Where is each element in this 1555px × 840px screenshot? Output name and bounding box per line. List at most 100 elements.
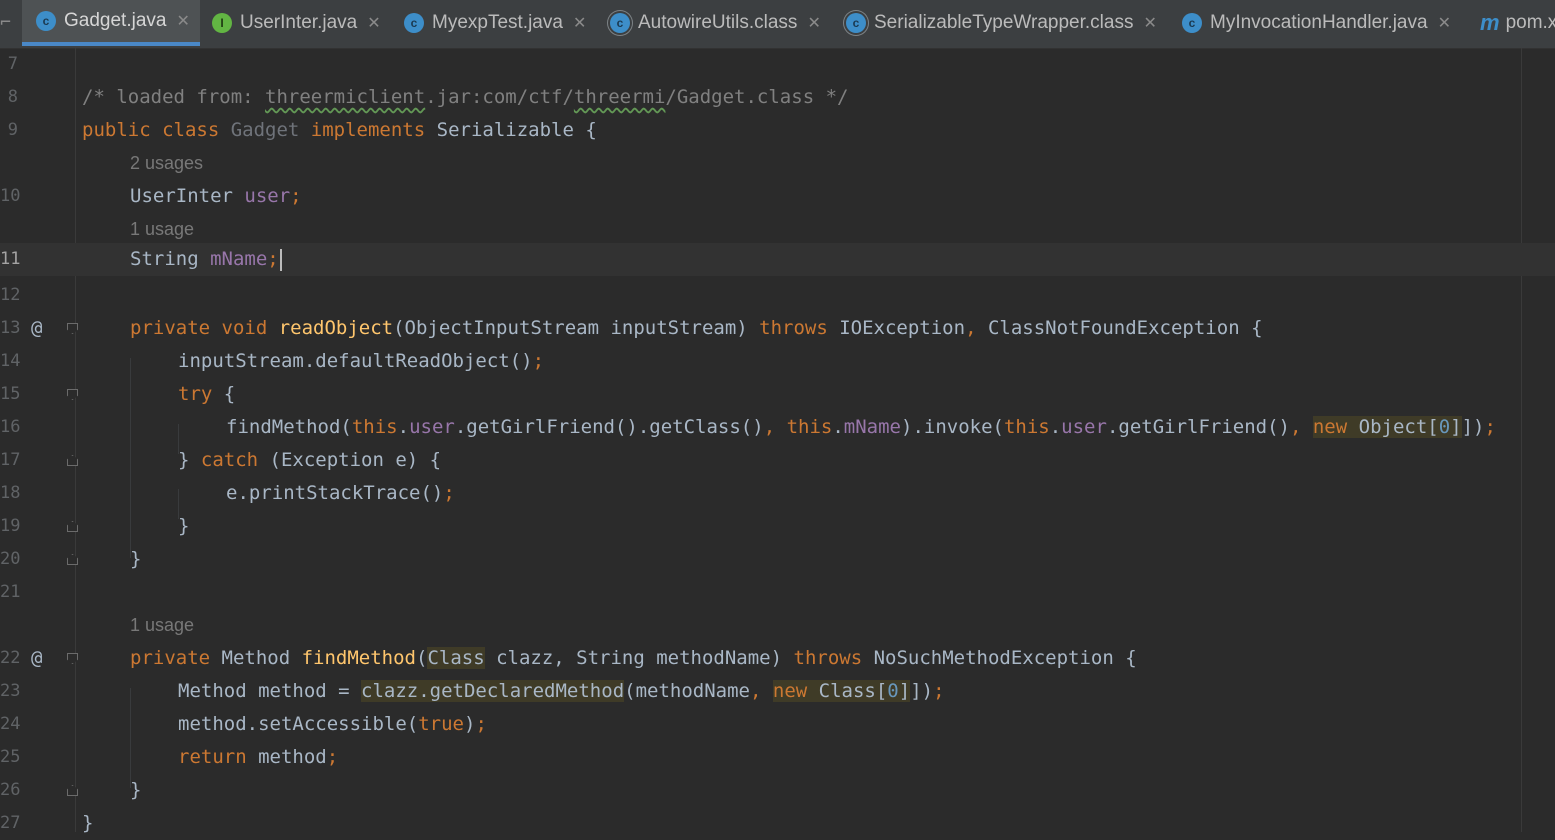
code-line: 9 public class Gadget implements Seriali…: [0, 114, 1555, 147]
tab-userinter-java[interactable]: I UserInter.java ✕: [198, 0, 392, 46]
statement: }: [82, 812, 94, 834]
fold-end-icon[interactable]: [67, 785, 78, 796]
statement: Method method = clazz.getDeclaredMethod(…: [178, 680, 945, 702]
tab-label: pom.x: [1505, 12, 1555, 33]
line-number: 8: [7, 87, 18, 107]
code-line: 23 Method method = clazz.getDeclaredMeth…: [0, 675, 1555, 708]
tab-label: MyInvocationHandler.java: [1210, 12, 1428, 33]
line-number: 15: [0, 384, 21, 404]
fold-start-icon[interactable]: [67, 323, 78, 334]
tab-label: SerializableTypeWrapper.class: [874, 12, 1134, 33]
comment-text: /* loaded from: threermiclient.jar:com/c…: [82, 86, 849, 108]
maven-icon: m: [1480, 10, 1500, 35]
tab-label: Gadget.java: [64, 10, 167, 31]
line-number: 26: [0, 780, 21, 800]
field-declaration: String mName;: [130, 243, 282, 276]
line-number: 21: [0, 582, 21, 602]
line-number: 23: [0, 681, 21, 701]
java-class-icon: c: [404, 13, 424, 33]
class-declaration: public class Gadget implements Serializa…: [82, 119, 597, 141]
close-icon[interactable]: ✕: [573, 13, 586, 33]
tab-pom-xml[interactable]: m pom.x: [1466, 0, 1555, 46]
tab-label: UserInter.java: [240, 12, 358, 33]
usages-hint[interactable]: 2 usages: [130, 147, 203, 180]
tab-scroll-left-icon[interactable]: ⌐: [0, 12, 11, 33]
fold-start-icon[interactable]: [67, 389, 78, 400]
method-declaration: private Method findMethod(Class clazz, S…: [130, 647, 1137, 669]
tab-myexptest-java[interactable]: c MyexpTest.java ✕: [390, 0, 596, 46]
line-number: 9: [7, 120, 18, 140]
usages-hint[interactable]: 1 usage: [130, 213, 194, 246]
line-number: 25: [0, 747, 21, 767]
line-number: 14: [0, 351, 21, 371]
statement: } catch (Exception e) {: [178, 449, 442, 471]
override-marker-icon[interactable]: @: [31, 312, 42, 345]
line-number: 18: [0, 483, 21, 503]
method-declaration: private void readObject(ObjectInputStrea…: [130, 317, 1263, 339]
close-icon[interactable]: ✕: [176, 11, 189, 31]
code-line: 8 /* loaded from: threermiclient.jar:com…: [0, 81, 1555, 114]
close-icon[interactable]: ✕: [1438, 13, 1451, 33]
code-line: 25 return method;: [0, 741, 1555, 774]
code-line: 1 usage: [0, 609, 1555, 642]
tab-label: MyexpTest.java: [432, 12, 563, 33]
compiled-class-icon: c: [846, 13, 866, 33]
statement: }: [178, 515, 190, 537]
code-line: 19 }: [0, 510, 1555, 543]
close-icon[interactable]: ✕: [1143, 13, 1156, 33]
current-code-line: 11 String mName;: [0, 243, 1555, 276]
fold-start-icon[interactable]: [67, 653, 78, 664]
interface-icon: I: [212, 13, 232, 33]
line-number: 11: [0, 249, 21, 269]
line-number: 10: [0, 186, 21, 206]
statement: method.setAccessible(true);: [178, 713, 487, 735]
line-number: 20: [0, 549, 21, 569]
tab-label: AutowireUtils.class: [638, 12, 798, 33]
line-number: 19: [0, 516, 21, 536]
text-caret: [279, 248, 282, 271]
line-number: 16: [0, 417, 21, 437]
statement: e.printStackTrace();: [226, 482, 455, 504]
fold-end-icon[interactable]: [67, 521, 78, 532]
line-number: 24: [0, 714, 21, 734]
line-number: 12: [0, 285, 21, 305]
close-icon[interactable]: ✕: [367, 13, 380, 33]
tab-autowireutils-class[interactable]: c AutowireUtils.class ✕: [596, 0, 832, 46]
code-line: 14 inputStream.defaultReadObject();: [0, 345, 1555, 378]
code-line: 13 @ private void readObject(ObjectInput…: [0, 312, 1555, 345]
code-line: 27 }: [0, 807, 1555, 840]
usages-hint[interactable]: 1 usage: [130, 609, 194, 642]
line-number: 22: [0, 648, 21, 668]
code-line: 26 }: [0, 774, 1555, 807]
line-number: 7: [7, 54, 18, 74]
statement: inputStream.defaultReadObject();: [178, 350, 545, 372]
java-class-icon: c: [1182, 13, 1202, 33]
code-line: 2 usages: [0, 147, 1555, 180]
tab-serializabletypewrapper-class[interactable]: c SerializableTypeWrapper.class ✕: [832, 0, 1168, 46]
code-line: 1 usage: [0, 213, 1555, 246]
statement: try {: [178, 383, 236, 405]
tab-gadget-java[interactable]: c Gadget.java ✕: [22, 0, 200, 46]
override-marker-icon[interactable]: @: [31, 642, 42, 675]
code-line: 16 findMethod(this.user.getGirlFriend().…: [0, 411, 1555, 444]
code-line: 15 try {: [0, 378, 1555, 411]
java-class-icon: c: [36, 11, 56, 31]
code-editor[interactable]: 7 8 /* loaded from: threermiclient.jar:c…: [0, 48, 1555, 834]
fold-end-icon[interactable]: [67, 554, 78, 565]
code-line: 20 }: [0, 543, 1555, 576]
editor-tab-bar: ⌐ c Gadget.java ✕ I UserInter.java ✕ c M…: [0, 0, 1555, 49]
close-icon[interactable]: ✕: [807, 13, 820, 33]
code-line: 22 @ private Method findMethod(Class cla…: [0, 642, 1555, 675]
compiled-class-icon: c: [610, 13, 630, 33]
statement: }: [130, 548, 142, 570]
code-line: 18 e.printStackTrace();: [0, 477, 1555, 510]
tab-myinvocationhandler-java[interactable]: c MyInvocationHandler.java ✕: [1168, 0, 1468, 46]
code-line: 10 UserInter user;: [0, 180, 1555, 213]
code-line: 7: [0, 48, 1555, 81]
code-line: 24 method.setAccessible(true);: [0, 708, 1555, 741]
line-number: 27: [0, 813, 21, 833]
line-number: 13: [0, 318, 21, 338]
code-line: 17 } catch (Exception e) {: [0, 444, 1555, 477]
line-number: 17: [0, 450, 21, 470]
fold-end-icon[interactable]: [67, 455, 78, 466]
